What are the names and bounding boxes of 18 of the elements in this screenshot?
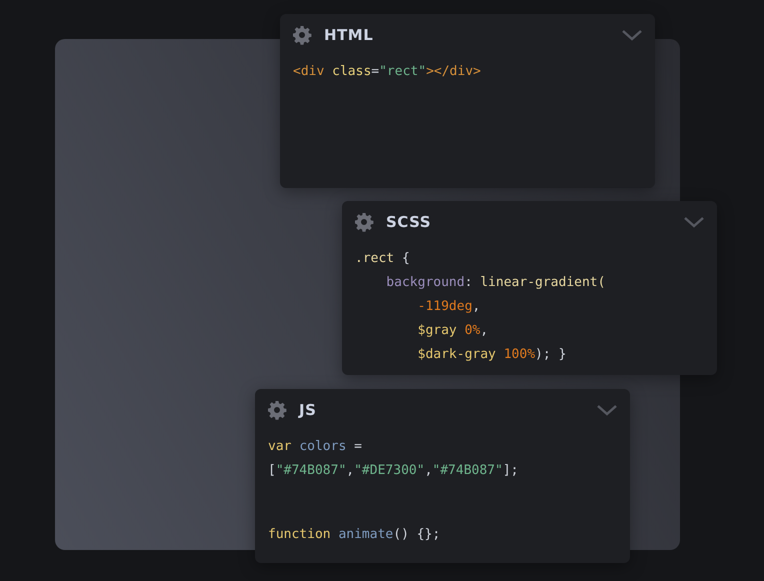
- code-line: <div class="rect"></div>: [293, 63, 481, 81]
- settings-icon[interactable]: [267, 400, 287, 420]
- code-line: $gray 0%,: [416, 322, 488, 340]
- chevron-down-icon[interactable]: [621, 28, 643, 42]
- code-line: background: linear-gradient(: [385, 274, 606, 292]
- code-line: -119deg,: [416, 298, 480, 316]
- settings-icon[interactable]: [354, 212, 374, 232]
- code-line: ["#74B087","#DE7300","#74B087"];: [268, 462, 518, 480]
- code-line: $dark-gray 100%); }: [416, 346, 566, 364]
- panel-title: JS: [299, 401, 318, 419]
- panel-title: HTML: [324, 26, 374, 44]
- code-line: function animate() {};: [268, 526, 440, 544]
- panel-title: SCSS: [386, 213, 432, 231]
- settings-icon[interactable]: [292, 25, 312, 45]
- code-line: .rect {: [355, 250, 410, 268]
- chevron-down-icon[interactable]: [596, 403, 618, 417]
- chevron-down-icon[interactable]: [683, 215, 705, 229]
- code-line: var colors =: [268, 438, 362, 456]
